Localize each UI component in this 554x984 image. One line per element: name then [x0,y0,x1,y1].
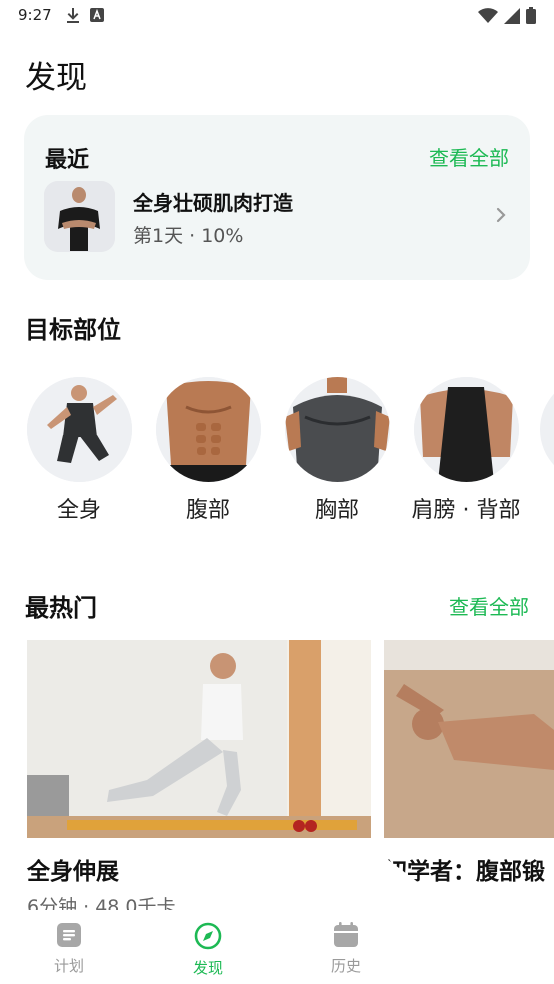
body-part-shoulders-back[interactable]: 肩膀 · 背部 [411,377,521,528]
recent-section-title: 最近 [45,148,90,173]
body-part-chest[interactable]: 胸部 [283,377,391,528]
popular-title: 最热门 [25,594,97,622]
shoulders-back-image [413,377,519,482]
nav-item-history[interactable]: 历史 [306,922,386,976]
status-bar: 9:27 [0,0,554,30]
body-part-label: 全身 [56,498,101,523]
recent-workout-thumbnail[interactable] [44,181,115,252]
body-part-label: 腹部 [185,498,230,523]
popular-card-stretch[interactable] [27,640,371,838]
popular-card-beginner-abs[interactable] [384,640,554,838]
target-areas-title: 目标部位 [25,316,121,344]
nav-item-discover[interactable]: 发现 [168,922,248,978]
status-time: 9:27 [18,6,52,24]
calendar-icon [334,922,358,947]
compass-icon [194,922,222,950]
nav-label: 历史 [330,957,361,975]
chest-image [284,377,390,482]
nav-label: 发现 [192,959,223,977]
nav-label: 计划 [53,957,84,975]
wifi-icon [478,7,498,23]
bottom-navigation: 计划 发现 历史 [0,910,375,984]
beginner-abs-image [384,640,554,838]
cellular-signal-icon [504,7,520,24]
chevron-right-icon[interactable] [496,207,506,223]
font-icon [90,8,104,22]
body-part-label: 胸部 [314,498,359,523]
popular-view-all-link[interactable]: 查看全部 [449,591,529,620]
recent-workout-progress: 第1天 · 10% [133,225,244,247]
full-body-image [26,377,132,482]
download-icon [67,8,79,23]
battery-icon [526,7,536,24]
nav-item-plan[interactable]: 计划 [29,922,109,976]
abs-image [155,377,261,482]
stretch-workout-image [27,640,371,838]
body-part-abs[interactable]: 腹部 [154,377,262,528]
popular-workout-name[interactable]: 全身伸展 [27,852,119,886]
recent-card: 最近 查看全部 全身壮硕肌肉打造 第1天 · 10% [24,115,530,280]
recent-workout-name[interactable]: 全身壮硕肌肉打造 [133,187,293,216]
body-part-label: 肩膀 · 背部 [411,498,521,523]
body-part-full-body[interactable]: 全身 [25,377,133,528]
recent-view-all-link[interactable]: 查看全部 [429,142,509,171]
page-title: 发现 [25,60,87,96]
recent-workout-image [44,181,115,252]
body-part-next-peek[interactable] [540,377,554,482]
plan-icon [57,923,81,947]
